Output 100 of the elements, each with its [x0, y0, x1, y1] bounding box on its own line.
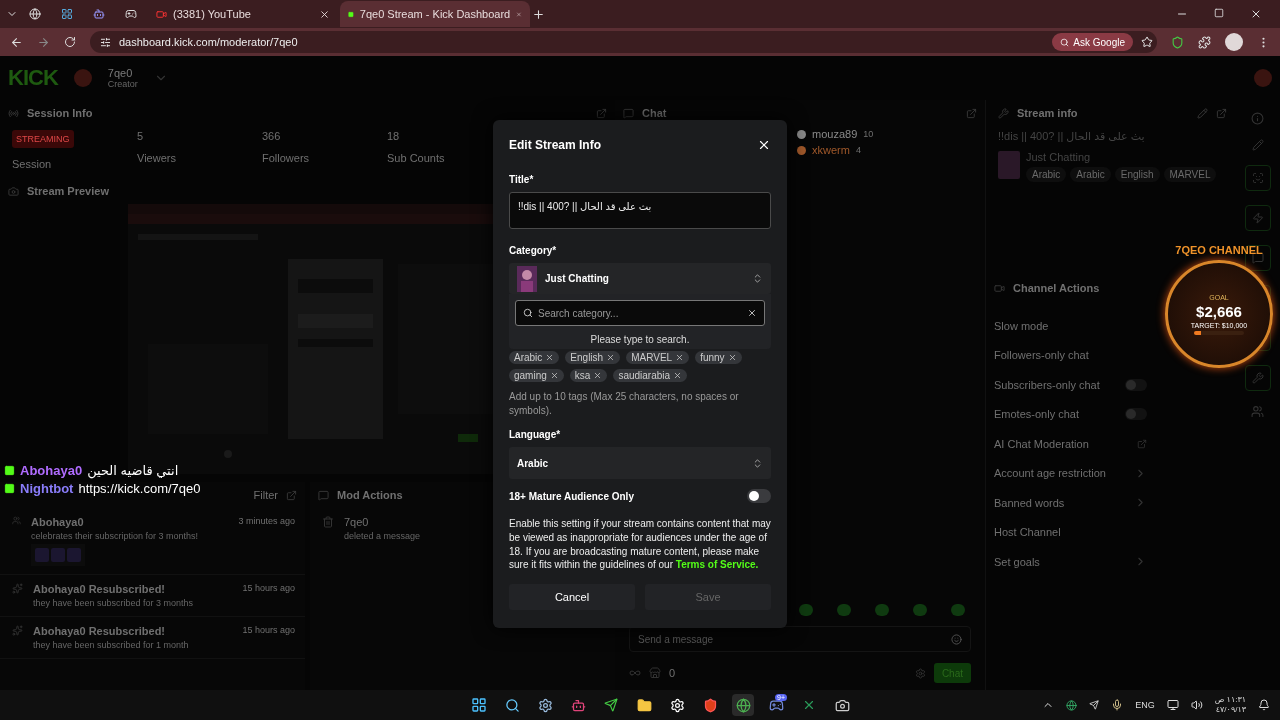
tag-chip[interactable]: funny	[695, 351, 742, 365]
filter-button[interactable]: Filter	[253, 489, 278, 501]
badge-icon	[4, 465, 15, 476]
browser-tab[interactable]: (3381) YouTube	[148, 1, 338, 27]
search-field[interactable]: Search category...	[515, 300, 765, 327]
tag: English	[1114, 167, 1160, 182]
tags-hint: Add up to 10 tags (Max 25 characters, no spaces or symbols).	[509, 390, 740, 418]
microphone-icon[interactable]	[1111, 699, 1124, 711]
stat-label: Sub Counts	[387, 152, 446, 164]
gamepad-icon	[125, 8, 137, 20]
language-indicator[interactable]: ENG	[1135, 700, 1155, 710]
tag-chip[interactable]: ksa	[569, 369, 608, 383]
points-count: 0	[669, 667, 676, 679]
back-icon[interactable]	[10, 35, 23, 49]
activity-time: 15 hours ago	[242, 583, 295, 595]
category-select[interactable]: Just Chatting	[509, 262, 771, 295]
shield-icon[interactable]	[1171, 35, 1184, 49]
channel-action-label[interactable]: Set goals	[994, 555, 1040, 568]
channel-action-label[interactable]: AI Chat Moderation	[994, 437, 1089, 450]
site-settings-icon	[100, 36, 111, 48]
spreadsheet-icon[interactable]	[802, 698, 816, 712]
logo: KICK	[8, 65, 58, 91]
reload-icon[interactable]	[64, 36, 76, 48]
maximize-icon[interactable]	[1214, 8, 1224, 18]
terms-link[interactable]: Terms of Service.	[675, 559, 759, 571]
activity-title: Abohaya0	[31, 516, 84, 528]
tag-chip[interactable]: English	[565, 351, 621, 365]
clock[interactable]: ١١:٣١ ص ٤٧/٠٩/١٣	[1214, 695, 1246, 715]
send-icon[interactable]	[604, 698, 618, 712]
notification-icon[interactable]	[1258, 699, 1270, 711]
activity-text: they have been subscribed for 1 month	[33, 640, 189, 650]
goal-title: 7QEO CHANNEL	[1175, 244, 1263, 256]
settings-icon[interactable]	[537, 697, 553, 713]
stat-label: Viewers	[137, 152, 177, 164]
gamepad-icon[interactable]	[768, 697, 784, 713]
channel-action-label[interactable]: Followers-only chat	[994, 349, 1089, 362]
robot-icon[interactable]	[570, 697, 586, 713]
stat-value: 5	[137, 130, 145, 142]
activity-title: Abohaya0 Resubscribed!	[33, 625, 166, 637]
robot-icon	[93, 8, 105, 20]
channel-action-label[interactable]: Banned words	[994, 496, 1065, 509]
extensions-icon[interactable]	[1198, 35, 1211, 49]
clear-icon[interactable]	[747, 308, 757, 319]
field-label: Title*	[509, 174, 535, 185]
address-bar[interactable]: dashboard.kick.com/moderator/7qe0 Ask Google	[90, 31, 1157, 53]
camera-icon[interactable]	[834, 697, 850, 713]
close-icon[interactable]	[1250, 8, 1262, 20]
search-hint: Please type to search.	[590, 334, 690, 346]
mature-toggle[interactable]	[747, 489, 771, 504]
title-field[interactable]: !!dis || 400? || بث على قد الحال	[509, 192, 771, 229]
remove-icon[interactable]	[606, 353, 616, 363]
lightning-icon	[1251, 212, 1264, 224]
channel-action-label[interactable]: Host Channel	[994, 526, 1061, 539]
stream-title: !!dis || 400? || بث على قد الحال	[998, 130, 1145, 143]
remove-icon[interactable]	[675, 353, 685, 363]
gear-icon[interactable]	[669, 697, 685, 713]
activity-title: Abohaya0 Resubscribed!	[33, 583, 166, 595]
remove-icon[interactable]	[593, 371, 603, 381]
grid-icon	[61, 8, 73, 20]
external-link-icon	[1137, 438, 1147, 449]
channel-role: Creator	[107, 79, 138, 89]
notice-text: Enable this setting if your stream contains content that may be viewed as inappropriate for audiences under the age of 18. If you are broadcasting mature content, please make sure it fits within the guidelines of our Terms of Service.	[509, 517, 771, 572]
browser-tab[interactable]: 7qe0 Stream - Kick Dashboard	[340, 1, 530, 27]
folder-icon[interactable]	[636, 697, 652, 713]
remove-icon[interactable]	[673, 371, 683, 381]
wrench-icon	[998, 107, 1009, 119]
ask-google-button[interactable]: Ask Google	[1052, 33, 1133, 51]
windows-start-icon[interactable]	[471, 697, 487, 713]
channel-action-label[interactable]: Account age restriction	[994, 467, 1106, 480]
volume-icon[interactable]	[1190, 699, 1203, 711]
subscriber-icon	[12, 516, 21, 525]
toggle-switch[interactable]	[1125, 378, 1147, 391]
channel-name: 7qe0	[107, 67, 134, 79]
language-select[interactable]: Arabic	[509, 447, 771, 480]
bookmark-icon[interactable]	[1141, 36, 1153, 48]
search-icon[interactable]	[504, 697, 520, 713]
close-icon[interactable]	[319, 8, 330, 20]
channel-action-label[interactable]: Slow mode	[994, 319, 1049, 332]
channel-action-label[interactable]: Emotes-only chat	[994, 408, 1079, 421]
taskbar-button[interactable]	[732, 694, 754, 716]
remove-icon[interactable]	[727, 353, 737, 363]
forward-icon[interactable]	[37, 35, 50, 49]
video-icon	[156, 8, 167, 20]
chat-username: Nightbot	[20, 481, 74, 496]
new-tab-icon[interactable]	[532, 7, 545, 21]
send-icon[interactable]	[1089, 700, 1100, 710]
panel-title: Session Info	[27, 107, 93, 119]
category-name: Just Chatting	[1026, 151, 1092, 163]
profile-avatar[interactable]	[1225, 33, 1243, 51]
streaming-badge: STREAMING	[12, 130, 74, 148]
toggle-switch[interactable]	[1125, 408, 1147, 421]
shield-icon[interactable]	[702, 697, 718, 713]
cancel-button[interactable]: Cancel	[509, 584, 635, 610]
globe-icon[interactable]	[1066, 699, 1078, 711]
channel-action-label[interactable]: Subscribers-only chat	[994, 378, 1100, 391]
stat-value: 18	[387, 130, 401, 142]
tag-chip[interactable]: MARVEL	[626, 351, 690, 365]
network-icon[interactable]	[1166, 699, 1179, 711]
tag-chip[interactable]: saudiarabia	[613, 369, 688, 383]
close-button[interactable]	[757, 138, 771, 152]
